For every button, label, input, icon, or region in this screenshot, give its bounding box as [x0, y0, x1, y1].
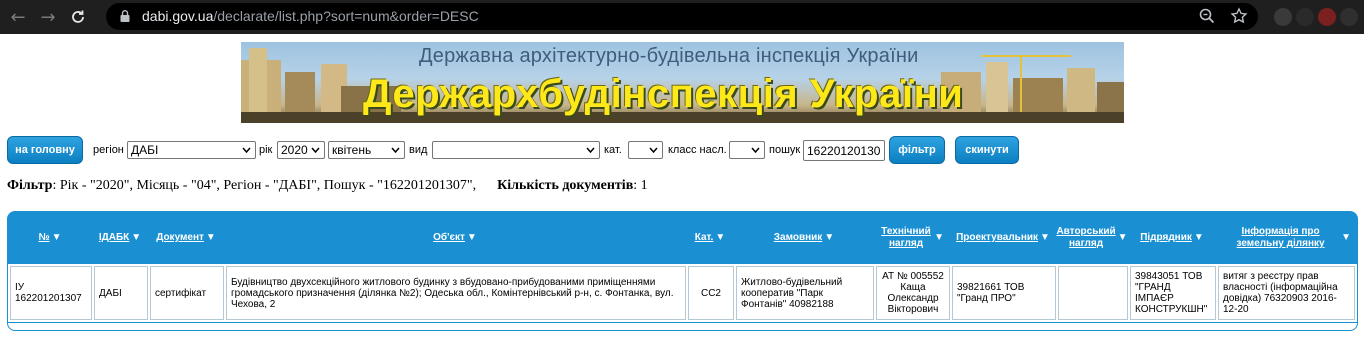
table-header: № ▼ ІДАБК ▼ Документ ▼ Об'єкт ▼ Кат. ▼ Замовн…: [8, 212, 1357, 264]
month-select[interactable]: квітень: [328, 141, 405, 159]
url-text: dabi.gov.ua/declarate/list.php?sort=num&…: [142, 8, 479, 24]
extension-icon[interactable]: [1296, 8, 1314, 26]
header-object[interactable]: Об'єкт ▼: [224, 212, 686, 264]
cell-object: Будівництво двухсекційного житлового буд…: [226, 266, 686, 320]
region-value: ДАБІ: [131, 143, 159, 157]
browser-toolbar: ← → dabi.gov.ua/declarate/list.php?sort=…: [0, 0, 1364, 34]
cell-document: сертифікат: [150, 266, 224, 320]
year-label: рік: [259, 144, 273, 156]
cell-contractor: 39843051 ТОВ "ГРАНД ІМПАЄР КОНСТРУКШН": [1130, 266, 1216, 320]
zoom-icon[interactable]: [1198, 7, 1216, 25]
header-customer[interactable]: Замовник ▼: [734, 212, 874, 264]
class-label: класс насл.: [668, 144, 727, 156]
header-author-supervision[interactable]: Авторський нагляд ▼: [1056, 212, 1128, 264]
header-category[interactable]: Кат. ▼: [686, 212, 734, 264]
region-select[interactable]: ДАБІ: [127, 141, 256, 159]
category-select[interactable]: [628, 141, 663, 159]
table-footer: [8, 322, 1357, 330]
cell-designer: 39821661 ТОВ "Гранд ПРО": [952, 266, 1056, 320]
forward-icon[interactable]: →: [36, 5, 60, 29]
home-button[interactable]: на головну: [7, 136, 83, 164]
document-count-value: : 1: [633, 178, 648, 193]
cell-category: СС2: [688, 266, 734, 320]
star-icon[interactable]: [1230, 7, 1248, 25]
filter-summary: Фільтр: Рік - "2020", Місяць - "04", Рег…: [7, 178, 648, 194]
address-bar[interactable]: dabi.gov.ua/declarate/list.php?sort=num&…: [106, 3, 1258, 30]
document-count-label: Кількість документів: [497, 178, 634, 193]
chevron-down-icon: [311, 147, 320, 154]
header-designer[interactable]: Проектувальник ▼: [950, 212, 1056, 264]
type-select[interactable]: [432, 141, 600, 159]
class-select[interactable]: [729, 141, 765, 159]
url-path: /declarate/list.php?sort=num&order=DESC: [213, 8, 479, 24]
cell-customer: Житлово-будівельний кооператив "Парк Фон…: [736, 266, 874, 320]
reload-icon[interactable]: [66, 5, 90, 29]
lock-icon: [120, 10, 130, 22]
cell-idabk: ДАБІ: [94, 266, 148, 320]
banner-subtitle: Державна архітектурно-будівельна інспекц…: [419, 45, 919, 67]
year-select[interactable]: 2020: [277, 141, 325, 159]
header-num[interactable]: № ▼: [8, 212, 92, 264]
banner-title: Держархбудінспекція України: [363, 72, 964, 116]
header-land-info[interactable]: Інформація про земельну ділянку ▼: [1216, 212, 1357, 264]
chevron-down-icon: [586, 147, 595, 154]
table-row: ІУ 162201201307 ДАБІ сертифікат Будівниц…: [8, 264, 1357, 322]
reset-button[interactable]: скинути: [955, 136, 1019, 164]
header-idabk[interactable]: ІДАБК ▼: [92, 212, 148, 264]
month-value: квітень: [332, 143, 372, 157]
type-label: вид: [409, 144, 428, 156]
extension-icon[interactable]: [1274, 8, 1292, 26]
region-label: регіон: [93, 144, 124, 156]
site-banner: Державна архітектурно-будівельна інспекц…: [241, 42, 1124, 123]
cell-author-supervision: [1058, 266, 1128, 320]
url-domain: dabi.gov.ua: [142, 8, 214, 24]
documents-table: № ▼ ІДАБК ▼ Документ ▼ Об'єкт ▼ Кат. ▼ Замовн…: [7, 211, 1358, 331]
filter-bar: на головну регіон ДАБІ рік 2020 квітень …: [7, 136, 1027, 164]
year-value: 2020: [281, 143, 308, 157]
chevron-down-icon: [751, 147, 760, 154]
header-tech-supervision[interactable]: Технічний нагляд ▼: [874, 212, 950, 264]
filter-summary-label: Фільтр: [7, 178, 53, 193]
cell-land-info: витяг з реєстру прав власності (інформац…: [1218, 266, 1355, 320]
chevron-down-icon: [391, 147, 400, 154]
extensions-area: [1268, 6, 1364, 28]
search-input[interactable]: 16220120130: [803, 140, 885, 161]
cell-tech-supervision: АТ № 005552 Каща Олександр Вікторович: [876, 266, 950, 320]
filter-summary-text: : Рік - "2020", Місяць - "04", Регіон - …: [52, 178, 477, 193]
header-document[interactable]: Документ ▼: [148, 212, 224, 264]
cell-num: ІУ 162201201307: [10, 266, 92, 320]
search-label: пошук: [769, 144, 801, 156]
back-icon[interactable]: ←: [6, 5, 30, 29]
filter-button[interactable]: фільтр: [889, 136, 945, 164]
menu-icon[interactable]: [1340, 8, 1358, 26]
chevron-down-icon: [649, 147, 658, 154]
chevron-down-icon: [242, 147, 251, 154]
category-label: кат.: [604, 144, 622, 156]
header-contractor[interactable]: Підрядник ▼: [1128, 212, 1216, 264]
profile-avatar[interactable]: [1318, 8, 1336, 26]
